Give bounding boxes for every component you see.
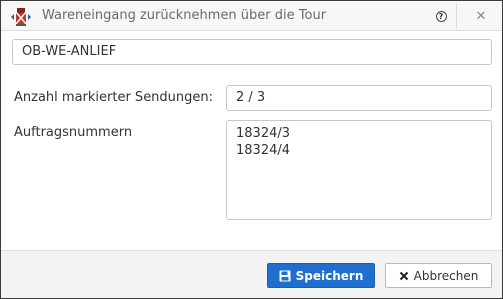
- save-label: Speichern: [295, 268, 364, 283]
- close-icon: ✕: [475, 8, 487, 24]
- order-number: 18324/4: [236, 143, 291, 158]
- cancel-label: Abbrechen: [413, 268, 479, 283]
- order-number: 18324/3: [236, 126, 291, 141]
- title-separator: [456, 4, 457, 28]
- close-icon: [399, 271, 409, 281]
- count-field[interactable]: 2 / 3: [226, 85, 492, 111]
- save-button[interactable]: Speichern: [267, 263, 375, 288]
- close-button[interactable]: ✕: [471, 1, 491, 31]
- orders-textarea[interactable]: 18324/3 18324/4: [226, 120, 492, 220]
- count-label: Anzahl markierter Sendungen:: [14, 90, 214, 105]
- help-icon: ?: [435, 10, 447, 22]
- cancel-button[interactable]: Abbrechen: [385, 263, 492, 288]
- orders-label: Auftragsnummern: [14, 125, 133, 140]
- help-button[interactable]: ?: [427, 1, 455, 31]
- dialog-window: Wareneingang zurücknehmen über die Tour …: [0, 0, 503, 299]
- dialog-footer: Speichern Abbrechen: [1, 250, 502, 298]
- truck-cancel-icon: [10, 7, 32, 27]
- tour-input[interactable]: OB-WE-ANLIEF: [12, 39, 492, 65]
- window-title: Wareneingang zurücknehmen über die Tour: [42, 8, 327, 23]
- save-icon: [279, 270, 291, 282]
- title-bar[interactable]: Wareneingang zurücknehmen über die Tour …: [1, 1, 502, 31]
